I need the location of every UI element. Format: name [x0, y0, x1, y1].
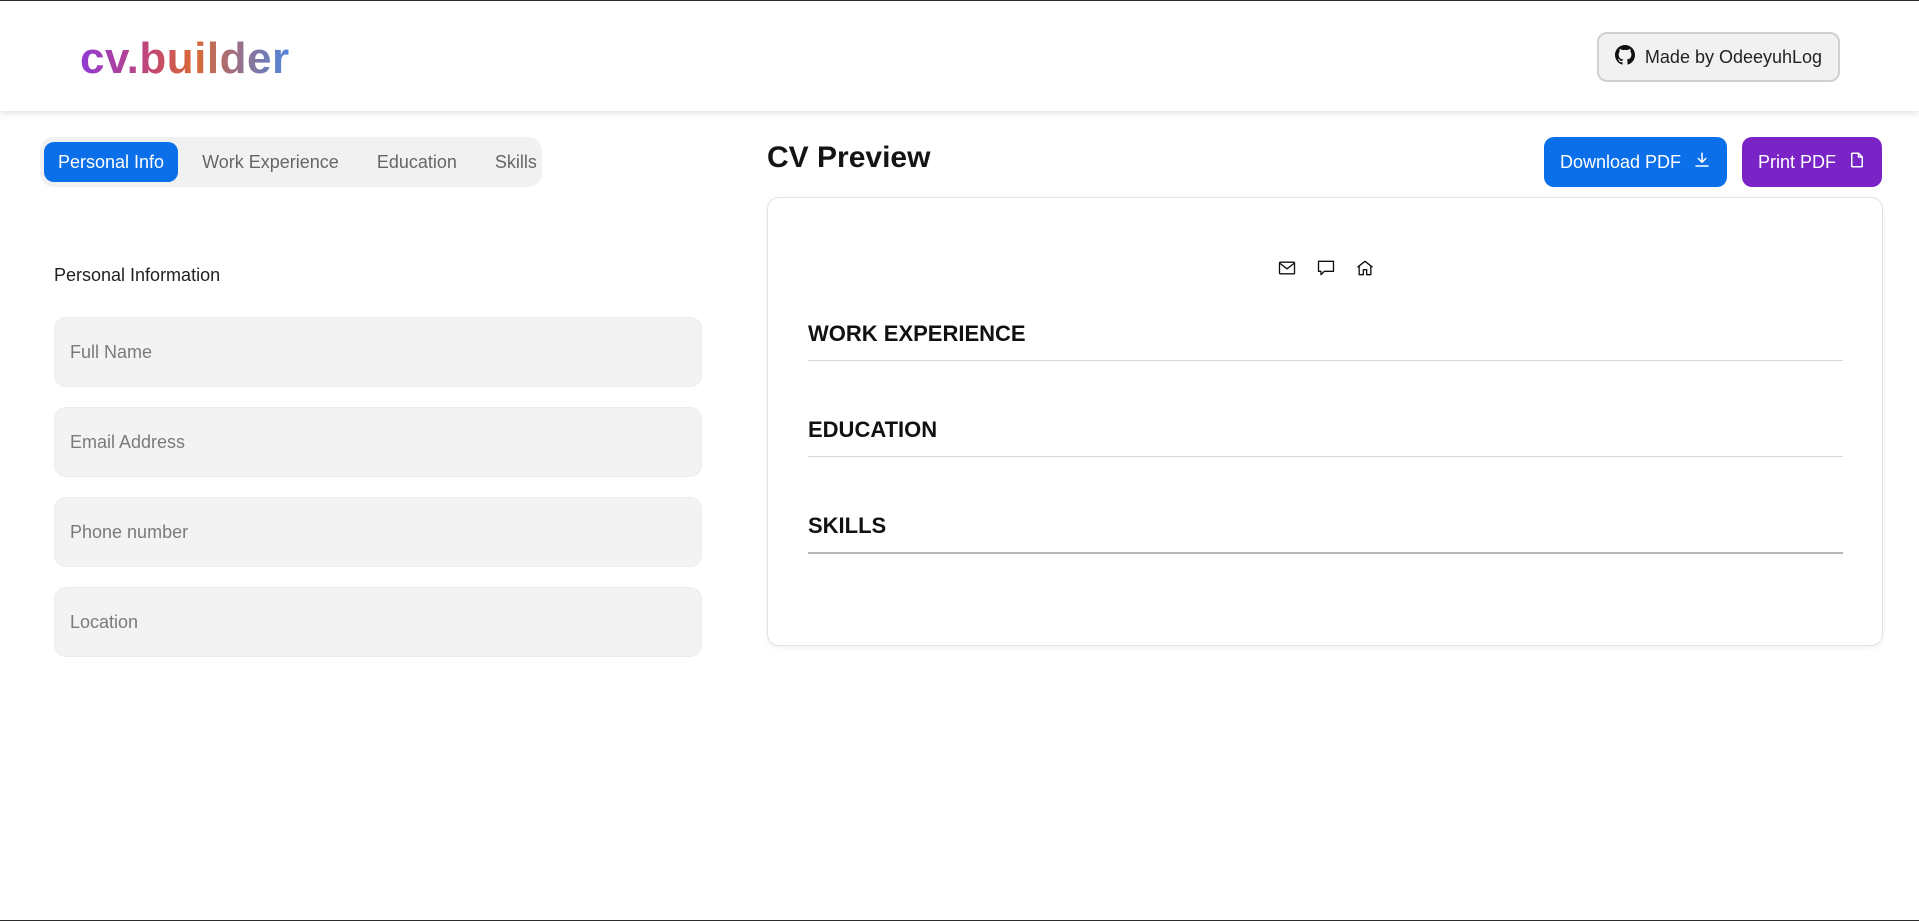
cv-preview-title: CV Preview: [767, 141, 931, 174]
tab-work-experience[interactable]: Work Experience: [188, 142, 353, 182]
personal-info-heading: Personal Information: [54, 265, 221, 285]
cv-section-skills: SKILLS: [808, 513, 1843, 554]
full-name-input[interactable]: [54, 317, 702, 387]
tab-education[interactable]: Education: [363, 142, 471, 182]
logo: cv.builder: [80, 31, 290, 87]
cv-section-work-experience: WORK EXPERIENCE: [808, 321, 1843, 361]
made-by-button[interactable]: Made by OdeeyuhLog: [1597, 32, 1840, 82]
cv-preview-card: WORK EXPERIENCE EDUCATION SKILLS: [767, 197, 1883, 646]
download-icon: [1693, 151, 1711, 174]
download-pdf-button[interactable]: Download PDF: [1544, 137, 1727, 187]
message-icon: [1316, 258, 1336, 278]
cv-section-education: EDUCATION: [808, 417, 1843, 457]
phone-input[interactable]: [54, 497, 702, 567]
home-icon: [1355, 258, 1375, 278]
mail-icon: [1277, 258, 1297, 278]
github-icon: [1614, 44, 1635, 70]
download-pdf-label: Download PDF: [1559, 151, 1682, 172]
tab-skills[interactable]: Skills: [481, 142, 551, 182]
print-pdf-label: Print PDF: [1757, 151, 1836, 172]
file-icon: [1848, 151, 1866, 174]
app-header: cv.builder Made by OdeeyuhLog: [0, 1, 1919, 111]
tab-personal-info[interactable]: Personal Info: [44, 142, 179, 182]
location-input[interactable]: [54, 587, 702, 657]
print-pdf-button[interactable]: Print PDF: [1742, 137, 1882, 187]
contact-icons: [768, 258, 1884, 278]
made-by-label: Made by OdeeyuhLog: [1644, 46, 1823, 67]
email-input[interactable]: [54, 407, 702, 477]
form-tabs: Personal Info Work Experience Education …: [40, 137, 542, 187]
app-frame: cv.builder Made by OdeeyuhLog Personal I…: [0, 0, 1919, 921]
